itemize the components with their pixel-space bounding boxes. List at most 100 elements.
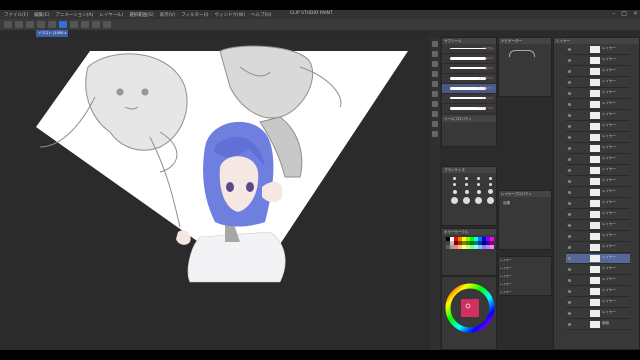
layer-row[interactable]: レイヤー bbox=[566, 133, 630, 143]
save-icon[interactable] bbox=[26, 21, 34, 28]
layer-row[interactable]: レイヤー bbox=[566, 265, 630, 275]
new-file-icon[interactable] bbox=[4, 21, 12, 28]
tool-select-icon[interactable] bbox=[432, 81, 438, 87]
visibility-eye-icon[interactable] bbox=[568, 257, 571, 260]
size-dot[interactable] bbox=[463, 197, 470, 204]
visibility-eye-icon[interactable] bbox=[568, 312, 571, 315]
size-dot[interactable] bbox=[465, 183, 468, 186]
size-dot[interactable] bbox=[475, 197, 482, 204]
visibility-eye-icon[interactable] bbox=[568, 213, 571, 216]
brush-item-selected[interactable]: リアルGペン bbox=[442, 84, 496, 94]
mini-layer-row[interactable]: レイヤー bbox=[499, 281, 551, 289]
tool-hand-icon[interactable] bbox=[432, 121, 438, 127]
layer-row[interactable]: レイヤー bbox=[566, 309, 630, 319]
size-dot[interactable] bbox=[477, 183, 480, 186]
layer-row[interactable]: 用紙 bbox=[566, 320, 630, 330]
size-dot[interactable] bbox=[452, 189, 457, 194]
brush-item[interactable]: 丸ペン bbox=[442, 64, 496, 74]
layer-row[interactable]: レイヤー bbox=[566, 56, 630, 66]
visibility-eye-icon[interactable] bbox=[568, 147, 571, 150]
visibility-eye-icon[interactable] bbox=[568, 114, 571, 117]
layer-row[interactable]: レイヤー bbox=[566, 78, 630, 88]
visibility-eye-icon[interactable] bbox=[568, 81, 571, 84]
brush-item[interactable]: カスタム bbox=[442, 44, 496, 54]
layer-row[interactable]: レイヤー bbox=[566, 100, 630, 110]
menu-view[interactable]: 表示(V) bbox=[160, 12, 176, 18]
size-dot[interactable] bbox=[487, 197, 494, 204]
size-dot[interactable] bbox=[489, 177, 492, 180]
layer-row[interactable]: レイヤー bbox=[566, 276, 630, 286]
layer-row[interactable]: レイヤー bbox=[566, 243, 630, 253]
mini-layer-row[interactable]: レイヤー bbox=[499, 273, 551, 281]
clear-icon[interactable] bbox=[59, 21, 67, 28]
tool-eyedropper-icon[interactable] bbox=[432, 111, 438, 117]
tool-text-icon[interactable] bbox=[432, 101, 438, 107]
menu-window[interactable]: ウィンドウ(W) bbox=[215, 12, 245, 18]
layer-row[interactable]: レイヤー bbox=[566, 111, 630, 121]
visibility-eye-icon[interactable] bbox=[568, 169, 571, 172]
brush-item[interactable]: テーパーペン bbox=[442, 104, 496, 114]
visibility-eye-icon[interactable] bbox=[568, 136, 571, 139]
menu-edit[interactable]: 編集(E) bbox=[34, 12, 49, 18]
color-swatch[interactable] bbox=[490, 245, 494, 249]
layer-row[interactable]: レイヤー bbox=[566, 232, 630, 242]
layer-row[interactable]: レイヤー bbox=[566, 155, 630, 165]
color-square[interactable] bbox=[461, 299, 479, 317]
tool-pen-icon[interactable] bbox=[432, 41, 438, 47]
visibility-eye-icon[interactable] bbox=[568, 202, 571, 205]
layer-row[interactable]: レイヤー bbox=[566, 67, 630, 77]
minimize-button[interactable]: – bbox=[612, 10, 615, 17]
menu-layer[interactable]: レイヤー(L) bbox=[99, 12, 123, 18]
color-wheel[interactable] bbox=[443, 281, 497, 335]
size-dot[interactable] bbox=[465, 177, 468, 180]
layer-row[interactable]: レイヤー bbox=[566, 210, 630, 220]
brush-item[interactable]: カブラペン bbox=[442, 74, 496, 84]
visibility-eye-icon[interactable] bbox=[568, 191, 571, 194]
layer-row[interactable]: レイヤー bbox=[566, 199, 630, 209]
mini-layer-row[interactable]: レイヤー bbox=[499, 265, 551, 273]
crop-icon[interactable] bbox=[103, 21, 111, 28]
visibility-eye-icon[interactable] bbox=[568, 59, 571, 62]
layer-row[interactable]: レイヤー bbox=[566, 89, 630, 99]
menu-file[interactable]: ファイル(F) bbox=[4, 12, 28, 18]
tool-brush-icon[interactable] bbox=[432, 51, 438, 57]
layer-row[interactable]: レイヤー bbox=[566, 166, 630, 176]
size-dot[interactable] bbox=[451, 197, 458, 204]
visibility-eye-icon[interactable] bbox=[568, 323, 571, 326]
mini-layer-row[interactable]: レイヤー bbox=[499, 257, 551, 265]
visibility-eye-icon[interactable] bbox=[568, 301, 571, 304]
deselect-icon[interactable] bbox=[81, 21, 89, 28]
mini-layer-row[interactable]: レイヤー bbox=[499, 289, 551, 297]
visibility-eye-icon[interactable] bbox=[568, 224, 571, 227]
size-dot[interactable] bbox=[464, 189, 469, 194]
canvas-area[interactable] bbox=[0, 37, 430, 350]
size-dot[interactable] bbox=[476, 189, 481, 194]
redo-icon[interactable] bbox=[48, 21, 56, 28]
size-dot[interactable] bbox=[488, 189, 493, 194]
close-button[interactable]: × bbox=[633, 10, 638, 17]
open-file-icon[interactable] bbox=[15, 21, 23, 28]
layer-row[interactable]: レイヤー bbox=[566, 188, 630, 198]
layer-row[interactable]: レイヤー bbox=[566, 254, 630, 264]
menu-animation[interactable]: アニメーション(A) bbox=[55, 12, 93, 18]
tool-eraser-icon[interactable] bbox=[432, 61, 438, 67]
invert-selection-icon[interactable] bbox=[92, 21, 100, 28]
visibility-eye-icon[interactable] bbox=[568, 268, 571, 271]
tool-zoom-icon[interactable] bbox=[432, 131, 438, 137]
layer-row[interactable]: レイヤー bbox=[566, 144, 630, 154]
size-dot[interactable] bbox=[453, 183, 456, 186]
visibility-eye-icon[interactable] bbox=[568, 70, 571, 73]
layer-row[interactable]: レイヤー bbox=[566, 287, 630, 297]
size-dot[interactable] bbox=[477, 177, 480, 180]
tool-property-button[interactable]: ツールプロパティ bbox=[442, 116, 496, 122]
layer-row[interactable]: レイヤー bbox=[566, 177, 630, 187]
undo-icon[interactable] bbox=[37, 21, 45, 28]
visibility-eye-icon[interactable] bbox=[568, 48, 571, 51]
tool-fill-icon[interactable] bbox=[432, 71, 438, 77]
size-dot[interactable] bbox=[453, 177, 456, 180]
visibility-eye-icon[interactable] bbox=[568, 235, 571, 238]
visibility-eye-icon[interactable] bbox=[568, 92, 571, 95]
size-dot[interactable] bbox=[489, 183, 492, 186]
layer-row[interactable]: レイヤー bbox=[566, 122, 630, 132]
layer-row[interactable]: レイヤー bbox=[566, 221, 630, 231]
